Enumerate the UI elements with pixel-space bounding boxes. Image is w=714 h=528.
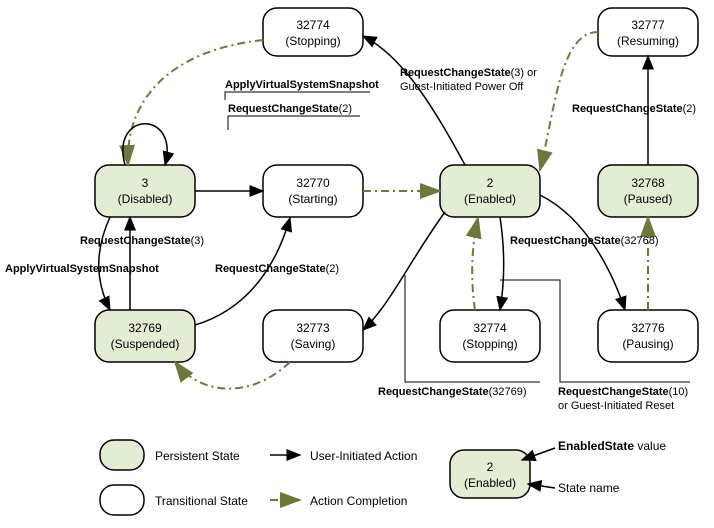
state-value: 3	[142, 176, 149, 190]
state-saving: 32773 (Saving)	[263, 310, 363, 362]
edge-saving-to-suspended	[175, 362, 290, 389]
svg-text:RequestChangeState(2): RequestChangeState(2)	[572, 103, 696, 115]
state-starting: 32770 (Starting)	[263, 165, 363, 217]
svg-text:Guest-Initiated Power Off: Guest-Initiated Power Off	[400, 81, 524, 93]
legend-callout-value-arrow	[522, 448, 555, 460]
label-apply-snapshot-top: ApplyVirtualSystemSnapshot RequestChange…	[225, 79, 379, 130]
state-stopping-bottom: 32774 (Stopping)	[440, 310, 540, 362]
state-stopping-top: 32774 (Stopping)	[263, 8, 363, 56]
legend-sample-name: (Enabled)	[464, 476, 516, 490]
state-value: 32774	[473, 321, 507, 335]
state-name: (Paused)	[624, 192, 673, 206]
state-enabled: 2 (Enabled)	[440, 165, 540, 217]
legend-enabledstate-value: EnabledState value	[558, 439, 666, 453]
legend-actioncomp-label: Action Completion	[310, 494, 407, 508]
svg-text:or Guest-Initiated Reset: or Guest-Initiated Reset	[558, 400, 674, 412]
state-pausing: 32776 (Pausing)	[598, 310, 698, 362]
legend-transitional-swatch	[100, 485, 144, 515]
svg-text:RequestChangeState(3) or: RequestChangeState(3) or	[400, 67, 537, 79]
label-reqchange3: RequestChangeState(3)	[80, 235, 204, 247]
legend-persistent-label: Persistent State	[155, 449, 240, 463]
label-reqchange3-or-poweroff: RequestChangeState(3) or Guest-Initiated…	[400, 67, 537, 93]
label-reqchange2-under-starting: RequestChangeState(2)	[215, 263, 339, 275]
svg-text:RequestChangeState(3): RequestChangeState(3)	[80, 235, 204, 247]
svg-text:ApplyVirtualSystemSnapshot: ApplyVirtualSystemSnapshot	[225, 79, 379, 91]
legend-state-name: State name	[558, 481, 620, 495]
state-name: (Stopping)	[285, 34, 340, 48]
legend: Persistent State Transitional State User…	[100, 439, 666, 515]
edge-enabled-to-stoppingA	[363, 36, 465, 165]
state-value: 2	[487, 176, 494, 190]
state-name: (Starting)	[288, 192, 337, 206]
legend-persistent-swatch	[100, 440, 144, 470]
edge-resuming-to-enabled	[540, 32, 598, 170]
edge-enabled-to-saving	[363, 212, 445, 330]
state-value: 32770	[296, 176, 330, 190]
state-paused: 32768 (Paused)	[598, 165, 698, 217]
svg-text:RequestChangeState(2): RequestChangeState(2)	[228, 103, 352, 115]
legend-useraction-label: User-Initiated Action	[310, 449, 417, 463]
state-name: (Pausing)	[622, 337, 673, 351]
state-value: 32769	[128, 321, 162, 335]
label-apply-snapshot-left: ApplyVirtualSystemSnapshot	[5, 263, 159, 275]
edge-stoppingB-to-enabled	[472, 218, 478, 310]
legend-sample-value: 2	[487, 460, 494, 474]
state-value: 32776	[631, 321, 665, 335]
state-resuming: 32777 (Resuming)	[598, 8, 698, 56]
state-name: (Resuming)	[617, 34, 679, 48]
svg-text:RequestChangeState(2): RequestChangeState(2)	[215, 263, 339, 275]
svg-text:RequestChangeState(32768): RequestChangeState(32768)	[510, 235, 659, 247]
label-reqchange2-right: RequestChangeState(2)	[572, 103, 696, 115]
state-disabled: 3 (Disabled)	[95, 165, 195, 217]
state-name: (Suspended)	[111, 337, 180, 351]
edge-enabled-to-stoppingB	[500, 217, 504, 310]
svg-text:ApplyVirtualSystemSnapshot: ApplyVirtualSystemSnapshot	[5, 263, 159, 275]
state-value: 32777	[631, 18, 665, 32]
label-req32768: RequestChangeState(32768)	[510, 235, 659, 247]
svg-text:RequestChangeState(10): RequestChangeState(10)	[558, 386, 688, 398]
state-value: 32773	[296, 321, 330, 335]
legend-sample-node: 2 (Enabled)	[450, 450, 530, 498]
state-value: 32774	[296, 18, 330, 32]
state-name: (Disabled)	[118, 192, 173, 206]
svg-text:RequestChangeState(32769): RequestChangeState(32769)	[378, 386, 527, 398]
state-value: 32768	[631, 176, 665, 190]
legend-callout-name-arrow	[528, 484, 555, 488]
state-name: (Enabled)	[464, 192, 516, 206]
legend-transitional-label: Transitional State	[155, 494, 248, 508]
state-name: (Saving)	[291, 337, 336, 351]
state-name: (Stopping)	[462, 337, 517, 351]
state-suspended: 32769 (Suspended)	[95, 310, 195, 362]
